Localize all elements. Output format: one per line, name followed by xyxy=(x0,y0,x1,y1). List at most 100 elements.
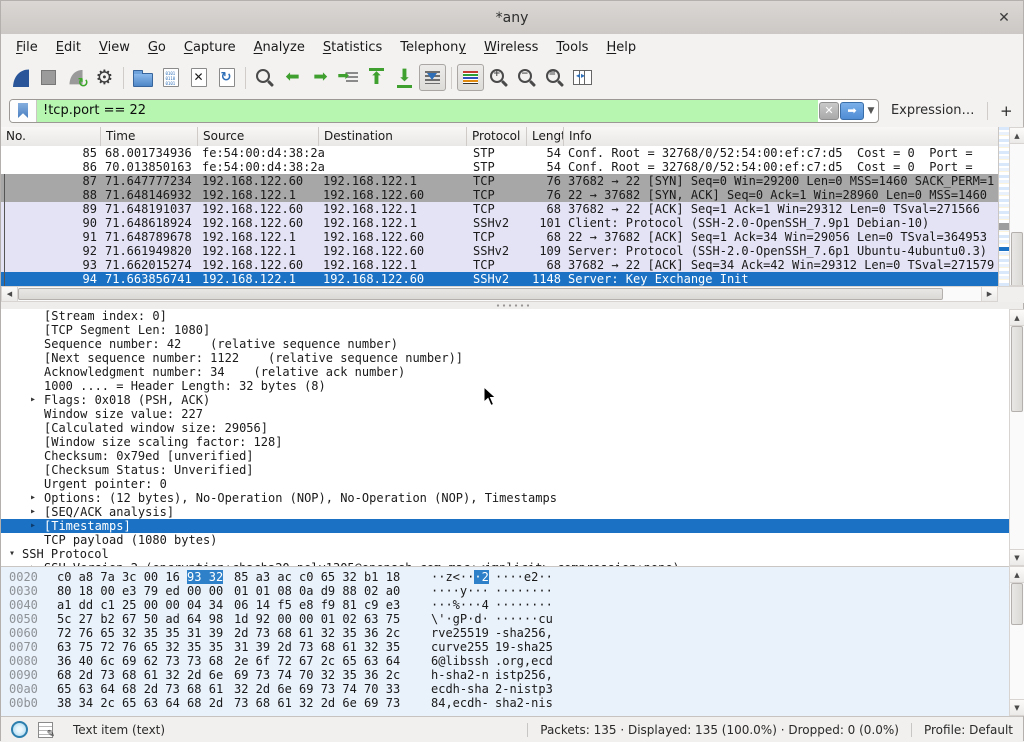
packet-row[interactable]: 9071.648618924192.168.122.60192.168.122.… xyxy=(1,216,998,230)
column-header-no[interactable]: No. xyxy=(1,127,101,146)
filter-dropdown-caret[interactable]: ▼ xyxy=(864,106,878,116)
filter-clear-button[interactable]: ✕ xyxy=(819,102,839,120)
zoom-out-button[interactable] xyxy=(513,64,540,91)
packet-row[interactable]: 8971.648191037192.168.122.60192.168.122.… xyxy=(1,202,998,216)
hex-row[interactable]: 007063 75 72 76 65 32 35 3531 39 2d 73 6… xyxy=(1,640,1009,654)
scrollbar-thumb[interactable] xyxy=(18,288,943,300)
packet-row[interactable]: 8670.013850163fe:54:00:d4:38:2aSTP54Conf… xyxy=(1,160,998,174)
scroll-left-icon[interactable]: ◀ xyxy=(2,287,18,301)
detail-line[interactable]: Checksum: 0x79ed [unverified] xyxy=(1,449,1009,463)
scrollbar-thumb[interactable] xyxy=(1011,326,1023,412)
menu-item[interactable]: Analyze xyxy=(245,36,314,59)
go-back-button[interactable] xyxy=(279,64,306,91)
packet-row[interactable]: 9471.663856741192.168.122.1192.168.122.6… xyxy=(1,272,998,286)
scroll-down-icon[interactable]: ▼ xyxy=(1010,549,1024,565)
detail-line[interactable]: [Calculated window size: 29056] xyxy=(1,421,1009,435)
detail-line[interactable]: [TCP Segment Len: 1080] xyxy=(1,323,1009,337)
detail-line[interactable]: [Checksum Status: Unverified] xyxy=(1,463,1009,477)
hex-row[interactable]: 00b038 34 2c 65 63 64 68 2d73 68 61 32 2… xyxy=(1,696,1009,710)
scrollbar-thumb[interactable] xyxy=(1011,232,1023,287)
go-first-packet-button[interactable] xyxy=(363,64,390,91)
packet-row[interactable]: 8871.648146932192.168.122.1192.168.122.6… xyxy=(1,188,998,202)
hex-row[interactable]: 008036 40 6c 69 62 73 73 682e 6f 72 67 2… xyxy=(1,654,1009,668)
packet-row[interactable]: 9371.662015274192.168.122.60192.168.122.… xyxy=(1,258,998,272)
menu-item[interactable]: Edit xyxy=(47,36,90,59)
column-header-info[interactable]: Info xyxy=(564,127,998,146)
start-capture-button[interactable] xyxy=(7,64,34,91)
scroll-up-icon[interactable]: ▲ xyxy=(1010,567,1024,583)
go-to-packet-button[interactable] xyxy=(335,64,362,91)
scroll-down-icon[interactable]: ▼ xyxy=(1010,699,1024,715)
detail-line[interactable]: Options: (12 bytes), No-Operation (NOP),… xyxy=(1,491,1009,505)
expression-button[interactable]: Expression… xyxy=(891,103,975,118)
zoom-100-button[interactable] xyxy=(541,64,568,91)
detail-line[interactable]: [SEQ/ACK analysis] xyxy=(1,505,1009,519)
menu-item[interactable]: Telephony xyxy=(391,36,475,59)
hex-row[interactable]: 006072 76 65 32 35 35 31 392d 73 68 61 3… xyxy=(1,626,1009,640)
detail-line[interactable]: Urgent pointer: 0 xyxy=(1,477,1009,491)
hex-row[interactable]: 003080 18 00 e3 79 ed 00 0001 01 08 0a d… xyxy=(1,584,1009,598)
scrollbar-thumb[interactable] xyxy=(1011,583,1023,625)
menu-item[interactable]: Wireless xyxy=(475,36,547,59)
auto-scroll-button[interactable] xyxy=(419,64,446,91)
detail-line[interactable]: Acknowledgment number: 34 (relative ack … xyxy=(1,365,1009,379)
go-forward-button[interactable] xyxy=(307,64,334,91)
column-header-source[interactable]: Source xyxy=(198,127,319,146)
detail-line[interactable]: SSH Protocol xyxy=(1,547,1009,561)
hex-vscrollbar[interactable]: ▲ ▼ xyxy=(1009,566,1024,716)
column-header-protocol[interactable]: Protocol xyxy=(467,127,527,146)
detail-line[interactable]: [Stream index: 0] xyxy=(1,309,1009,323)
detail-line[interactable]: Flags: 0x018 (PSH, ACK) xyxy=(1,393,1009,407)
detail-line[interactable]: [Window size scaling factor: 128] xyxy=(1,435,1009,449)
restart-capture-button[interactable]: ↻ xyxy=(63,64,90,91)
resize-columns-button[interactable] xyxy=(569,64,596,91)
scroll-up-icon[interactable]: ▲ xyxy=(1010,128,1024,144)
filter-bookmark-button[interactable] xyxy=(10,100,37,122)
menu-item[interactable]: Help xyxy=(597,36,645,59)
add-filter-button[interactable]: + xyxy=(998,102,1015,120)
menu-item[interactable]: File xyxy=(7,36,47,59)
intelligent-scrollbar[interactable] xyxy=(998,127,1009,302)
packet-row[interactable]: 8771.647777234192.168.122.60192.168.122.… xyxy=(1,174,998,188)
menu-item[interactable]: Capture xyxy=(175,36,245,59)
hex-row[interactable]: 00a065 63 64 68 2d 73 68 6132 2d 6e 69 7… xyxy=(1,682,1009,696)
column-header-time[interactable]: Time xyxy=(101,127,198,146)
packet-row[interactable]: 8568.001734936fe:54:00:d4:38:2aSTP54Conf… xyxy=(1,146,998,160)
packet-list-vscrollbar[interactable]: ▲ ▼ xyxy=(1009,127,1024,302)
hex-row[interactable]: 0020c0 a8 7a 3c 00 16 93 3285 a3 ac c0 6… xyxy=(1,570,1009,584)
expert-info-icon[interactable] xyxy=(11,721,28,738)
scroll-up-icon[interactable]: ▲ xyxy=(1010,310,1024,326)
hex-row[interactable]: 00505c 27 b2 67 50 ad 64 981d 92 00 00 0… xyxy=(1,612,1009,626)
go-last-packet-button[interactable] xyxy=(391,64,418,91)
detail-line[interactable]: 1000 .... = Header Length: 32 bytes (8) xyxy=(1,379,1009,393)
detail-line[interactable]: Sequence number: 42 (relative sequence n… xyxy=(1,337,1009,351)
close-icon[interactable]: ✕ xyxy=(995,9,1013,27)
zoom-in-button[interactable] xyxy=(485,64,512,91)
filter-apply-button[interactable]: ➡ xyxy=(840,102,864,120)
packet-row[interactable]: 9271.661949820192.168.122.1192.168.122.6… xyxy=(1,244,998,258)
pane-splitter[interactable] xyxy=(1,302,1023,309)
colorize-button[interactable] xyxy=(457,64,484,91)
column-header-destination[interactable]: Destination xyxy=(319,127,467,146)
hex-row[interactable]: 0040a1 dd c1 25 00 00 04 3406 14 f5 e8 f… xyxy=(1,598,1009,612)
details-vscrollbar[interactable]: ▲ ▼ xyxy=(1009,309,1024,566)
save-file-button[interactable] xyxy=(157,64,184,91)
column-header-length[interactable]: Length xyxy=(527,127,564,146)
display-filter-input[interactable]: !tcp.port == 22 xyxy=(37,100,818,122)
reload-file-button[interactable] xyxy=(213,64,240,91)
find-packet-button[interactable] xyxy=(251,64,278,91)
detail-line[interactable]: [Timestamps] xyxy=(1,519,1009,533)
capture-options-button[interactable] xyxy=(91,64,118,91)
menu-item[interactable]: Tools xyxy=(547,36,597,59)
packet-row[interactable]: 9171.648789678192.168.122.1192.168.122.6… xyxy=(1,230,998,244)
capture-comment-icon[interactable] xyxy=(38,722,53,738)
scroll-right-icon[interactable]: ▶ xyxy=(981,287,997,301)
detail-line[interactable]: Window size value: 227 xyxy=(1,407,1009,421)
hex-row[interactable]: 009068 2d 73 68 61 32 2d 6e69 73 74 70 3… xyxy=(1,668,1009,682)
open-file-button[interactable] xyxy=(129,64,156,91)
menu-item[interactable]: Statistics xyxy=(314,36,391,59)
detail-line[interactable]: [Next sequence number: 1122 (relative se… xyxy=(1,351,1009,365)
menu-item[interactable]: View xyxy=(90,36,139,59)
stop-capture-button[interactable] xyxy=(35,64,62,91)
detail-line[interactable]: TCP payload (1080 bytes) xyxy=(1,533,1009,547)
